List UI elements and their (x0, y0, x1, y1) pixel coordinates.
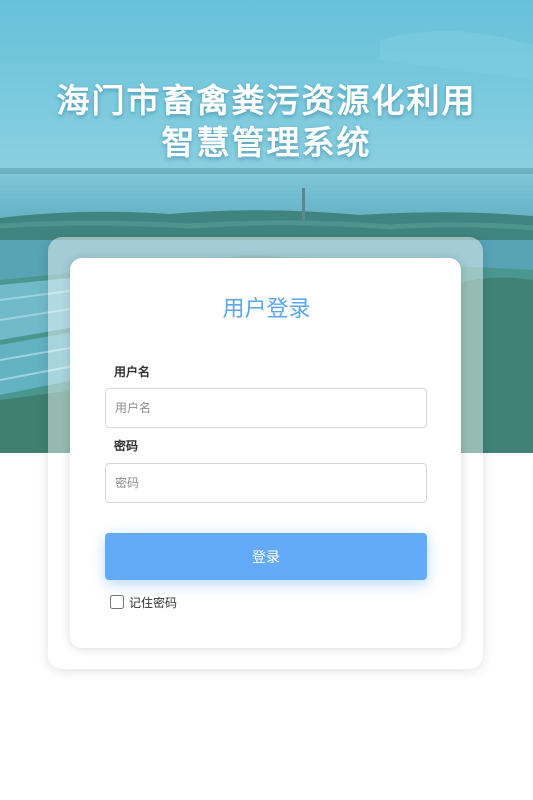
system-title-line-1: 海门市畜禽粪污资源化利用 (56, 81, 477, 120)
remember-password-label[interactable]: 记住密码 (129, 594, 177, 611)
username-label: 用户名 (114, 365, 151, 379)
remember-password-row: 记住密码 (108, 593, 177, 611)
password-label: 密码 (114, 439, 139, 453)
remember-password-checkbox[interactable] (110, 595, 124, 609)
username-input[interactable] (105, 388, 427, 428)
login-heading: 用户登录 (222, 297, 311, 322)
password-input[interactable] (105, 463, 427, 503)
login-button[interactable]: 登录 (105, 533, 427, 580)
system-title: 海门市畜禽粪污资源化利用 智慧管理系统 (0, 80, 533, 164)
system-title-line-2: 智慧管理系统 (161, 123, 372, 162)
